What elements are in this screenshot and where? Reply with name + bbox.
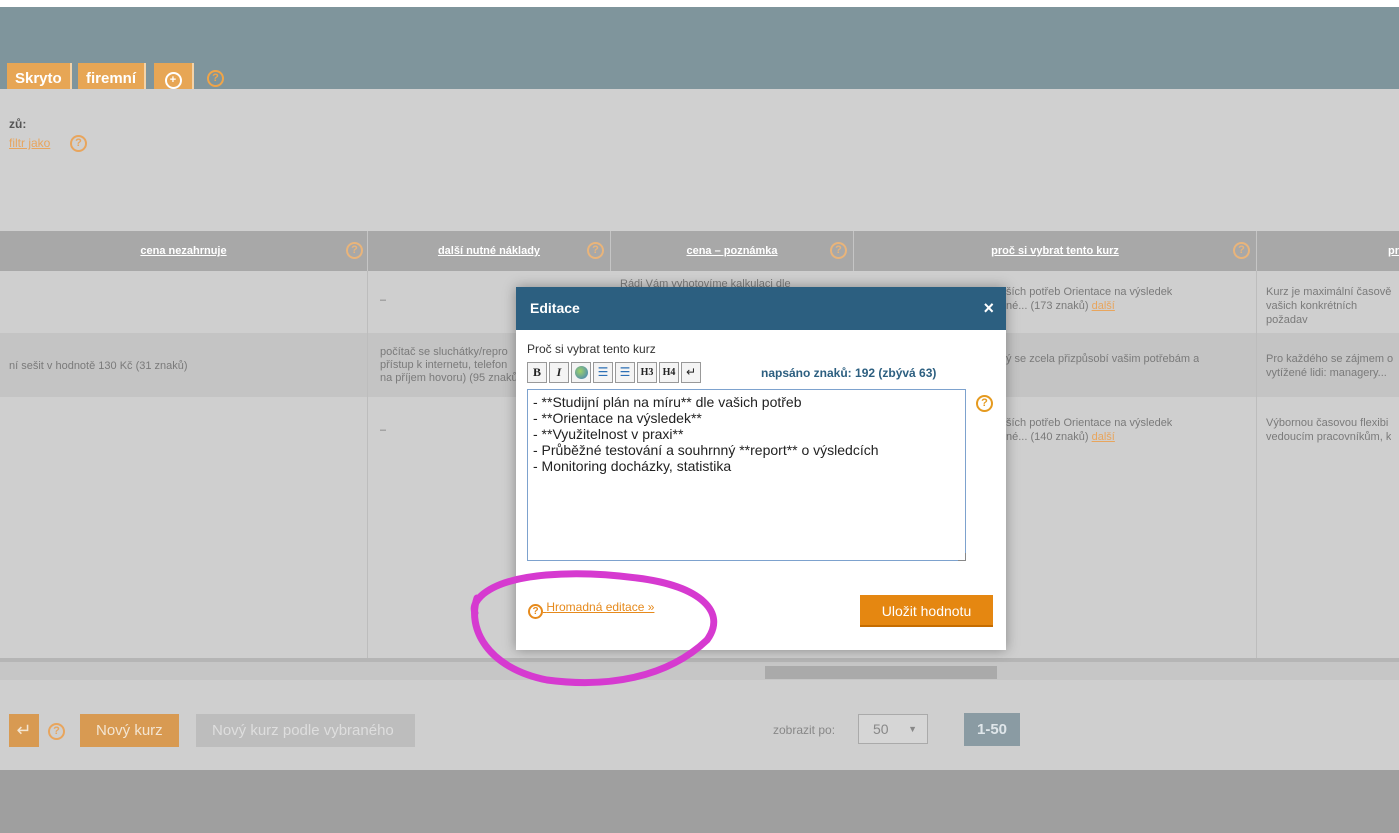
help-icon[interactable]: ? — [830, 242, 847, 259]
cell: vedoucím pracovníkům, k — [1266, 431, 1392, 443]
cell: né... (140 znaků) další — [1006, 431, 1115, 443]
more-link[interactable]: další — [1092, 431, 1115, 443]
bullet-list-icon[interactable]: ☰ — [593, 362, 613, 383]
cell: vašich konkrétních požadav — [1266, 300, 1358, 326]
new-course-button[interactable]: Nový kurz — [80, 714, 179, 747]
globe-icon[interactable] — [571, 362, 591, 383]
column-header[interactable]: další nutné náklady? — [368, 231, 611, 271]
help-icon[interactable]: ? — [70, 135, 87, 152]
cell: – — [380, 424, 387, 436]
filter-link[interactable]: filtr jako — [9, 136, 50, 150]
numbered-list-icon[interactable]: ☰ — [615, 362, 635, 383]
save-button[interactable]: Uložit hodnotu — [860, 595, 993, 627]
per-page-value: 50 — [873, 721, 889, 737]
cell: vytížené lidi: managery... — [1266, 367, 1387, 379]
help-icon[interactable]: ? — [1233, 242, 1250, 259]
column-header[interactable]: cena nezahrnuje? — [0, 231, 368, 271]
field-label: Proč si vybrat tento kurz — [527, 342, 656, 356]
cell: ý se zcela přizpůsobí vašim potřebám a — [1006, 353, 1200, 365]
filter-area: zů: filtr jako ? — [0, 89, 1399, 231]
resize-handle[interactable] — [958, 553, 966, 561]
annotation-circle — [470, 570, 718, 687]
header-bar: Skryto firemní + ? — [0, 7, 1399, 95]
column-divider — [367, 271, 368, 658]
line-break-icon[interactable]: ↵ — [681, 362, 701, 383]
return-icon[interactable]: ↵ — [9, 714, 39, 747]
tab-label: Skryto — [15, 70, 62, 87]
column-divider — [1256, 271, 1257, 658]
table-header: cena nezahrnuje? další nutné náklady? ce… — [0, 231, 1399, 271]
help-icon[interactable]: ? — [976, 395, 993, 412]
cell: přístup k internetu, telefon — [380, 359, 508, 371]
new-course-from-selected-button[interactable]: Nový kurz podle vybraného — [196, 714, 415, 747]
cell: ších potřeb Orientace na výsledek — [1006, 286, 1173, 298]
filter-title: zů: — [9, 117, 27, 131]
column-header[interactable]: proč si vybrat tento kurz? — [854, 231, 1257, 271]
cell: – — [380, 294, 387, 306]
footer-toolbar: ↵ ? Nový kurz Nový kurz podle vybraného … — [0, 680, 1399, 770]
cell: Kurz je maximální časově — [1266, 286, 1392, 298]
column-header[interactable]: cena – poznámka? — [611, 231, 854, 271]
column-header[interactable]: pr — [1257, 231, 1399, 271]
h3-button[interactable]: H3 — [637, 362, 657, 383]
dialog-header: Editace × — [516, 287, 1006, 330]
italic-button[interactable]: I — [549, 362, 569, 383]
scrollbar-thumb[interactable] — [765, 666, 997, 679]
close-icon[interactable]: × — [983, 287, 994, 330]
cell: na příjem hovoru) (95 znaků) — [380, 372, 522, 384]
bottom-band — [0, 770, 1399, 833]
chevron-down-icon: ▼ — [908, 724, 917, 734]
tab-label: firemní — [86, 70, 137, 87]
cell: Výbornou časovou flexibi — [1266, 417, 1389, 429]
cell: počítač se sluchátky/repro — [380, 346, 508, 358]
char-count: napsáno znaků: 192 (zbývá 63) — [761, 366, 937, 380]
cell: ní sešit v hodnotě 130 Kč (31 znaků) — [9, 360, 188, 372]
dialog-title: Editace — [530, 300, 580, 316]
page-range[interactable]: 1-50 — [964, 713, 1020, 746]
help-icon[interactable]: ? — [48, 723, 65, 740]
bold-button[interactable]: B — [527, 362, 547, 383]
per-page-select[interactable]: 50 ▼ — [858, 714, 928, 744]
help-icon[interactable]: ? — [587, 242, 604, 259]
h4-button[interactable]: H4 — [659, 362, 679, 383]
cell: né... (173 znaků) další — [1006, 300, 1115, 312]
value-textarea[interactable]: - **Studijní plán na míru** dle vašich p… — [527, 389, 966, 561]
more-link[interactable]: další — [1092, 300, 1115, 312]
help-icon[interactable]: ? — [207, 70, 224, 87]
cell: ších potřeb Orientace na výsledek — [1006, 417, 1173, 429]
cell: Pro každého se zájmem o — [1266, 353, 1394, 365]
plus-icon: + — [164, 72, 182, 89]
top-strip — [0, 0, 1399, 7]
page: Skryto firemní + ? zů: filtr jako ? cena… — [0, 0, 1399, 833]
per-page-label: zobrazit po: — [773, 723, 836, 737]
help-icon[interactable]: ? — [346, 242, 363, 259]
